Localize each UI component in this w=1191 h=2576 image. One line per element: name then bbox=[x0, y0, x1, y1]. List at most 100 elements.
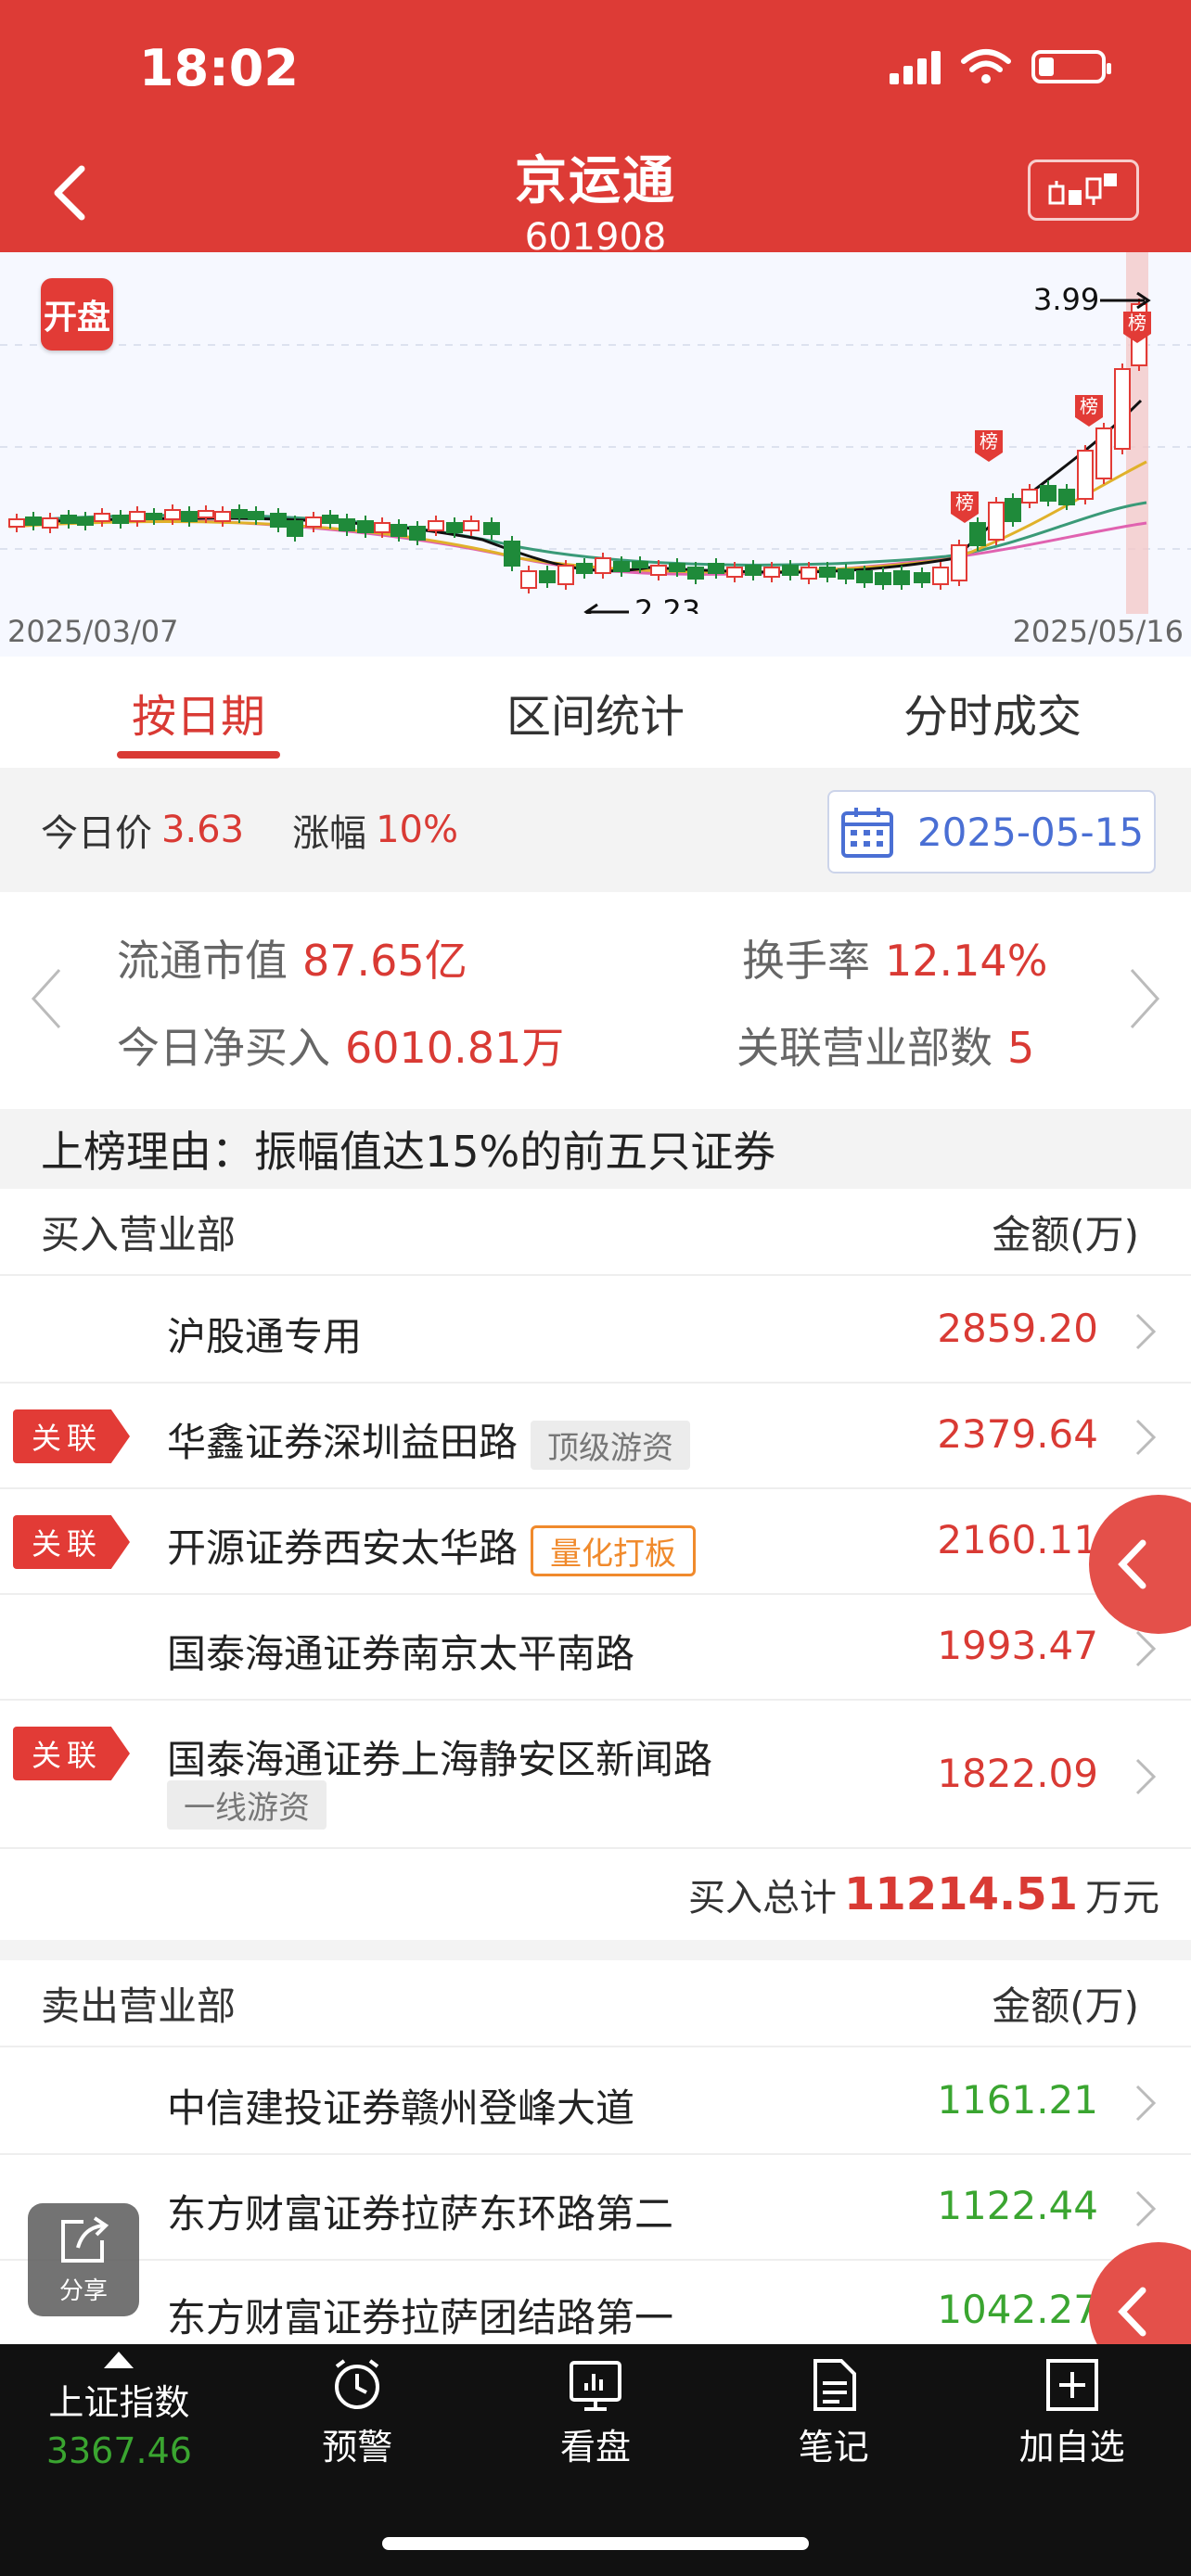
candle-body bbox=[669, 563, 685, 572]
section-divider bbox=[0, 1940, 1191, 1960]
candle-body bbox=[339, 518, 355, 531]
buy-amount: 2859.20 bbox=[937, 1306, 1098, 1351]
candle-body bbox=[988, 502, 1005, 541]
tab-intraday-trades[interactable]: 分时成交 bbox=[794, 657, 1191, 768]
prev-chevron-icon[interactable] bbox=[28, 966, 65, 1031]
candle-body bbox=[875, 572, 891, 585]
share-button[interactable]: 分享 bbox=[28, 2203, 139, 2316]
branches-label: 关联营业部数 bbox=[736, 1023, 992, 1073]
candle-body bbox=[270, 513, 287, 528]
market-open-badge: 开盘 bbox=[41, 278, 113, 351]
candle-body bbox=[305, 516, 322, 528]
index-label: 上证指数 bbox=[48, 2382, 190, 2423]
branch-name: 华鑫证券深圳益田路 bbox=[167, 1420, 519, 1465]
candle-body bbox=[483, 522, 500, 535]
caret-up-icon bbox=[104, 2352, 134, 2368]
candle-body bbox=[60, 515, 77, 524]
nav-add-watchlist[interactable]: 加自选 bbox=[953, 2344, 1191, 2576]
chart-end-date: 2025/05/16 bbox=[1012, 614, 1184, 649]
candle-body bbox=[914, 572, 930, 583]
stats-panel: 流通市值 87.65亿 换手率 12.14% 今日净买入 6010.81万 关联营业部… bbox=[0, 892, 1191, 1109]
branches-value: 5 bbox=[1007, 1023, 1035, 1073]
candle-body bbox=[1114, 368, 1131, 450]
candle-body bbox=[838, 568, 854, 580]
candle-body bbox=[893, 570, 910, 585]
document-icon bbox=[813, 2359, 856, 2411]
trader-tag: 量化打板 bbox=[531, 1525, 697, 1576]
candle-body bbox=[322, 515, 339, 524]
stock-name: 京运通 bbox=[515, 151, 676, 211]
nav-market-index[interactable]: 上证指数 3367.46 bbox=[0, 2344, 238, 2576]
buy-row[interactable]: 关联 华鑫证券深圳益田路 顶级游资 2379.64 bbox=[0, 1384, 1191, 1489]
app-header: 18:02 京运通 601908 bbox=[0, 0, 1191, 259]
candle-body bbox=[1040, 485, 1057, 502]
branch-name: 沪股通专用 bbox=[167, 1314, 363, 1359]
candle-body bbox=[374, 522, 391, 533]
trader-tag: 顶级游资 bbox=[531, 1421, 691, 1470]
buy-row[interactable]: 关联 开源证券西安太华路 量化打板 2160.11 bbox=[0, 1489, 1191, 1595]
candle-body bbox=[94, 513, 110, 522]
float-cap-value: 87.65亿 bbox=[302, 936, 467, 986]
related-tag: 关联 bbox=[13, 1409, 130, 1463]
net-buy-value: 6010.81万 bbox=[345, 1023, 565, 1073]
branch-name: 开源证券西安太华路 bbox=[167, 1525, 519, 1571]
title-block: 京运通 601908 bbox=[0, 139, 1191, 259]
buy-row[interactable]: 关联 国泰海通证券上海静安区新闻路 一线游资 1822.09 bbox=[0, 1701, 1191, 1849]
branch-name: 东方财富证券拉萨东环路第二 bbox=[167, 2191, 674, 2237]
buy-total-value: 11214.51 bbox=[843, 1868, 1078, 1920]
sell-section-header: 卖出营业部 金额(万) bbox=[0, 1960, 1191, 2047]
tab-by-date[interactable]: 按日期 bbox=[0, 657, 397, 768]
kline-toggle-button[interactable] bbox=[1028, 159, 1139, 221]
listing-reason: 上榜理由：振幅值达15%的前五只证券 bbox=[0, 1109, 1191, 1189]
candle-body bbox=[25, 516, 42, 526]
candle-body bbox=[112, 515, 129, 524]
sell-row[interactable]: 东方财富证券拉萨东环路第二 1122.44 bbox=[0, 2155, 1191, 2261]
share-icon bbox=[61, 2215, 109, 2263]
tab-range-stats[interactable]: 区间统计 bbox=[397, 657, 794, 768]
buy-row[interactable]: 国泰海通证券南京太平南路 1993.47 bbox=[0, 1595, 1191, 1701]
nav-label: 笔记 bbox=[798, 2427, 869, 2468]
change-value: 10% bbox=[376, 809, 458, 851]
candle-body bbox=[164, 509, 181, 520]
float-cap-label: 流通市值 bbox=[117, 936, 288, 986]
candle-body bbox=[800, 567, 817, 580]
buy-total-label: 买入总计 bbox=[687, 1877, 837, 1919]
kline-chart[interactable]: 3.99 2.23 榜榜榜榜 开盘 2025/03/07 2025/05/16 bbox=[0, 252, 1191, 657]
monitor-chart-icon bbox=[569, 2361, 621, 2411]
chevron-right-icon bbox=[1135, 1313, 1157, 1350]
rank-marker-label: 榜 bbox=[1080, 395, 1098, 417]
float-cap-stat: 流通市值 87.65亿 bbox=[117, 927, 467, 988]
candle-body bbox=[181, 511, 198, 522]
buy-row[interactable]: 沪股通专用 2859.20 bbox=[0, 1276, 1191, 1384]
rank-marker: 榜 bbox=[951, 491, 979, 523]
candle-body bbox=[763, 567, 780, 578]
candle-body bbox=[595, 557, 611, 574]
sell-row[interactable]: 东方财富证券拉萨团结路第一 1042.27 bbox=[0, 2261, 1191, 2344]
candle-body bbox=[782, 565, 799, 576]
buy-amount-header: 金额(万) bbox=[992, 1211, 1139, 1257]
add-square-icon bbox=[1045, 2359, 1098, 2411]
sell-row[interactable]: 中信建投证券赣州登峰大道 1161.21 bbox=[0, 2047, 1191, 2155]
candle-body bbox=[687, 567, 704, 580]
chevron-right-icon bbox=[1135, 1419, 1157, 1456]
calendar-icon bbox=[840, 808, 893, 858]
buy-amount: 2160.11 bbox=[937, 1517, 1098, 1562]
nav-label: 预警 bbox=[322, 2427, 393, 2468]
candle-body bbox=[951, 544, 967, 581]
sell-amount: 1042.27 bbox=[937, 2287, 1098, 2332]
chevron-left-icon bbox=[1118, 1539, 1146, 1589]
candle-body bbox=[409, 526, 426, 541]
trader-tag: 一线游资 bbox=[167, 1780, 327, 1830]
branches-stat: 关联营业部数 5 bbox=[736, 1014, 1034, 1076]
next-chevron-icon[interactable] bbox=[1126, 966, 1163, 1031]
candle-body bbox=[248, 511, 264, 520]
candle-body bbox=[77, 516, 94, 526]
candle-body bbox=[198, 510, 214, 518]
date-picker[interactable]: 2025-05-15 bbox=[827, 790, 1156, 874]
branch-name-wrap: 华鑫证券深圳益田路 顶级游资 bbox=[167, 1411, 691, 1470]
chevron-right-icon bbox=[1135, 1630, 1157, 1667]
candle-body bbox=[1021, 489, 1038, 504]
net-buy-label: 今日净买入 bbox=[117, 1023, 330, 1073]
price-value: 3.63 bbox=[161, 809, 245, 851]
candle-body bbox=[1058, 489, 1075, 505]
